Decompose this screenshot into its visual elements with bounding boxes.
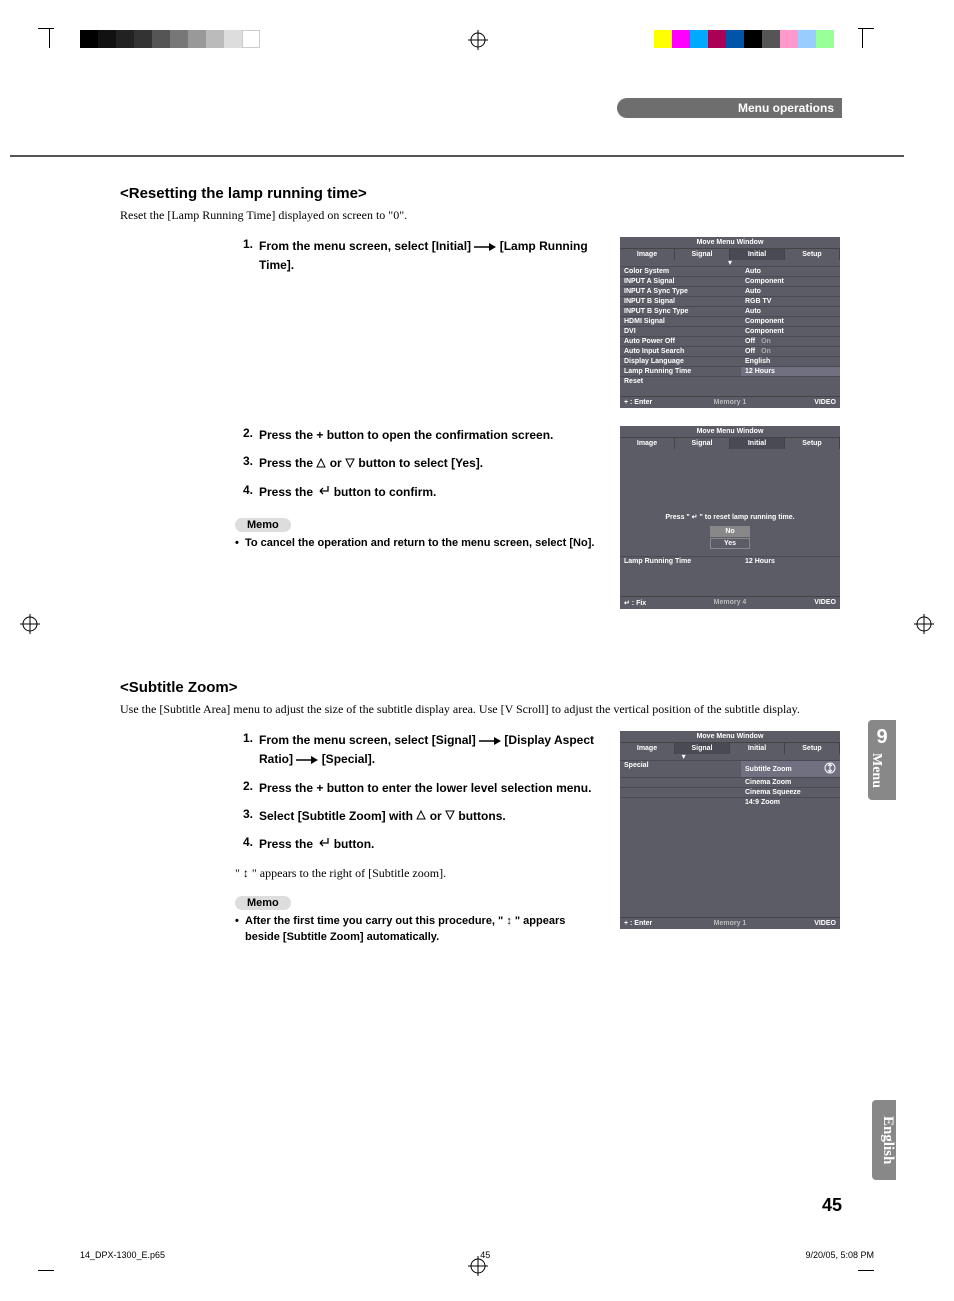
osd1-row: Display LanguageEnglish <box>620 356 840 366</box>
osd2-opt-no: No <box>710 526 750 537</box>
osd2-row-l: Lamp Running Time <box>620 557 741 566</box>
step-1: 1. From the menu screen, select [Initial… <box>235 237 602 274</box>
osd2-foot-r: VIDEO <box>767 597 840 609</box>
osd3-tab: Initial <box>730 743 785 754</box>
osd3-row: 14:9 Zoom <box>620 797 840 807</box>
osd3-row: Cinema Squeeze <box>620 787 840 797</box>
osd1-row: Auto Power OffOffOn <box>620 336 840 346</box>
step-3: 3. Press the or button to select [Yes]. <box>235 454 602 473</box>
osd1-row: Lamp Running Time12 Hours <box>620 366 840 376</box>
osd1-row: HDMI SignalComponent <box>620 316 840 326</box>
print-footer: 14_DPX-1300_E.p65 45 9/20/05, 5:08 PM <box>80 1250 874 1260</box>
section1-intro: Reset the [Lamp Running Time] displayed … <box>120 208 840 223</box>
osd1-foot-m: Memory 1 <box>693 397 766 408</box>
footer-page: 45 <box>165 1250 805 1260</box>
page-number: 45 <box>822 1195 842 1216</box>
triangle-up-icon <box>416 807 426 825</box>
osd-menu-3: Move Menu Window Image Signal Initial Se… <box>620 731 840 929</box>
osd1-row: Auto Input SearchOffOn <box>620 346 840 356</box>
osd2-title: Move Menu Window <box>620 426 840 438</box>
osd2-opt-yes: Yes <box>710 538 750 549</box>
print-colorbar-right <box>654 30 834 48</box>
footer-date: 9/20/05, 5:08 PM <box>805 1250 874 1260</box>
osd1-tab: Image <box>620 249 675 260</box>
triangle-up-icon <box>316 455 326 473</box>
side-tab-chapter: 9 Menu <box>868 720 896 800</box>
chapter-label: Menu <box>868 753 884 788</box>
osd3-tab: Image <box>620 743 675 754</box>
s2-step-4: 4. Press the button. <box>235 835 602 854</box>
osd1-tab: Signal <box>675 249 730 260</box>
divider <box>10 155 904 157</box>
memo-label: Memo <box>235 518 291 532</box>
osd3-tab: Setup <box>785 743 840 754</box>
osd1-row: Reset <box>620 376 840 386</box>
section1-title: <Resetting the lamp running time> <box>120 185 840 202</box>
osd1-title: Move Menu Window <box>620 237 840 249</box>
crop-mark <box>862 28 863 48</box>
crop-mark <box>38 1270 54 1271</box>
crop-mark <box>49 28 50 48</box>
s2-step-1: 1. From the menu screen, select [Signal]… <box>235 731 602 769</box>
header-section: Menu operations <box>617 98 842 118</box>
footer-file: 14_DPX-1300_E.p65 <box>80 1250 165 1260</box>
osd2-foot-m: Memory 4 <box>693 597 766 609</box>
crop-mark <box>858 28 874 29</box>
osd-menu-1: Move Menu Window Image Signal Initial Se… <box>620 237 840 408</box>
chapter-number: 9 <box>868 726 896 749</box>
s2-note: " ↕ " appears to the right of [Subtitle … <box>235 864 602 882</box>
osd2-msg: Press " ↵ " to reset lamp running time. <box>620 499 840 525</box>
step-2: 2. Press the + button to open the confir… <box>235 426 602 444</box>
crop-mark <box>858 1270 874 1271</box>
osd2-tab: Image <box>620 438 675 449</box>
osd1-foot-r: VIDEO <box>767 397 840 408</box>
osd-menu-2: Move Menu Window Image Signal Initial Se… <box>620 426 840 609</box>
triangle-down-icon <box>345 455 355 473</box>
osd2-foot-l: ↵ : Fix <box>620 597 693 609</box>
s2-step-2: 2. Press the + button to enter the lower… <box>235 779 602 797</box>
print-colorbar-left <box>80 30 260 48</box>
osd1-row: INPUT B SignalRGB TV <box>620 296 840 306</box>
registration-mark-right <box>914 614 934 634</box>
memo-note-2: After the first time you carry out this … <box>235 914 602 945</box>
osd1-row: INPUT A SignalComponent <box>620 276 840 286</box>
step-4: 4. Press the button to confirm. <box>235 483 602 502</box>
osd3-title: Move Menu Window <box>620 731 840 743</box>
arrow-icon <box>296 751 318 769</box>
triangle-down-icon <box>445 807 455 825</box>
enter-icon <box>316 484 330 502</box>
osd3-row: Cinema Zoom <box>620 777 840 787</box>
osd2-tab: Setup <box>785 438 840 449</box>
s2-step-3: 3. Select [Subtitle Zoom] with or button… <box>235 807 602 826</box>
memo-note: To cancel the operation and return to th… <box>235 536 602 551</box>
osd1-row: INPUT B Sync TypeAuto <box>620 306 840 316</box>
enter-icon <box>316 836 330 854</box>
updown-icon <box>824 762 836 776</box>
osd2-tab: Initial <box>730 438 785 449</box>
osd3-foot-m: Memory 1 <box>693 918 766 929</box>
osd3-foot-r: VIDEO <box>767 918 840 929</box>
arrow-icon <box>479 732 501 750</box>
osd1-foot-l: + : Enter <box>620 397 693 408</box>
osd2-row-r: 12 Hours <box>741 557 840 566</box>
registration-mark-left <box>20 614 40 634</box>
osd1-row: DVIComponent <box>620 326 840 336</box>
arrow-icon <box>474 238 496 256</box>
osd1-row: INPUT A Sync TypeAuto <box>620 286 840 296</box>
osd1-row: Color SystemAuto <box>620 266 840 276</box>
osd3-row: SpecialSubtitle Zoom <box>620 760 840 777</box>
crop-mark <box>38 28 54 29</box>
osd2-tab: Signal <box>675 438 730 449</box>
section2-title: <Subtitle Zoom> <box>120 679 840 696</box>
side-tab-language: English <box>872 1100 896 1180</box>
section2-intro: Use the [Subtitle Area] menu to adjust t… <box>120 702 840 717</box>
osd1-tab: Setup <box>785 249 840 260</box>
memo-label-2: Memo <box>235 896 291 910</box>
osd3-foot-l: + : Enter <box>620 918 693 929</box>
registration-mark-top <box>468 30 488 50</box>
step1-text-a: From the menu screen, select [Initial] <box>259 239 474 253</box>
osd1-tab: Initial <box>730 249 785 260</box>
